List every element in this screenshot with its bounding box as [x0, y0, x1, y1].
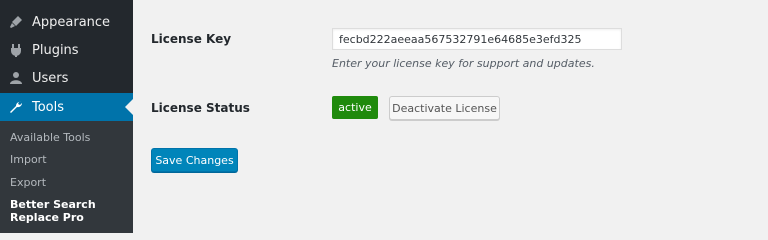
paintbrush-icon: [9, 15, 23, 29]
user-icon: [9, 71, 23, 85]
sidebar-item-label: Tools: [32, 99, 65, 115]
sidebar-item-label: Plugins: [32, 42, 79, 58]
submenu-item-better-search-replace-pro[interactable]: Better Search Replace Pro: [10, 198, 125, 224]
license-key-input[interactable]: [332, 28, 622, 50]
deactivate-license-button[interactable]: Deactivate License: [389, 96, 500, 120]
submenu-item-export[interactable]: Export: [10, 176, 46, 189]
submenu-item-available-tools[interactable]: Available Tools: [10, 131, 90, 144]
status-badge: active: [332, 96, 378, 119]
plugin-icon: [9, 43, 23, 57]
save-changes-button[interactable]: Save Changes: [151, 148, 238, 172]
tools-submenu: Available Tools Import Export Better Sea…: [0, 121, 133, 233]
license-status-label: License Status: [151, 101, 250, 115]
license-key-label: License Key: [151, 32, 232, 46]
sidebar-item-users[interactable]: Users: [0, 64, 133, 92]
sidebar-item-label: Users: [32, 70, 69, 86]
sidebar-item-tools[interactable]: Tools: [0, 93, 133, 121]
sidebar-item-plugins[interactable]: Plugins: [0, 36, 133, 64]
license-key-description: Enter your license key for support and u…: [332, 57, 595, 70]
sidebar-item-label: Appearance: [32, 14, 111, 30]
wrench-icon: [9, 100, 23, 114]
sidebar-item-appearance[interactable]: Appearance: [0, 8, 133, 36]
admin-sidebar: Appearance Plugins Users Tools Available…: [0, 0, 133, 233]
submenu-item-import[interactable]: Import: [10, 153, 47, 166]
